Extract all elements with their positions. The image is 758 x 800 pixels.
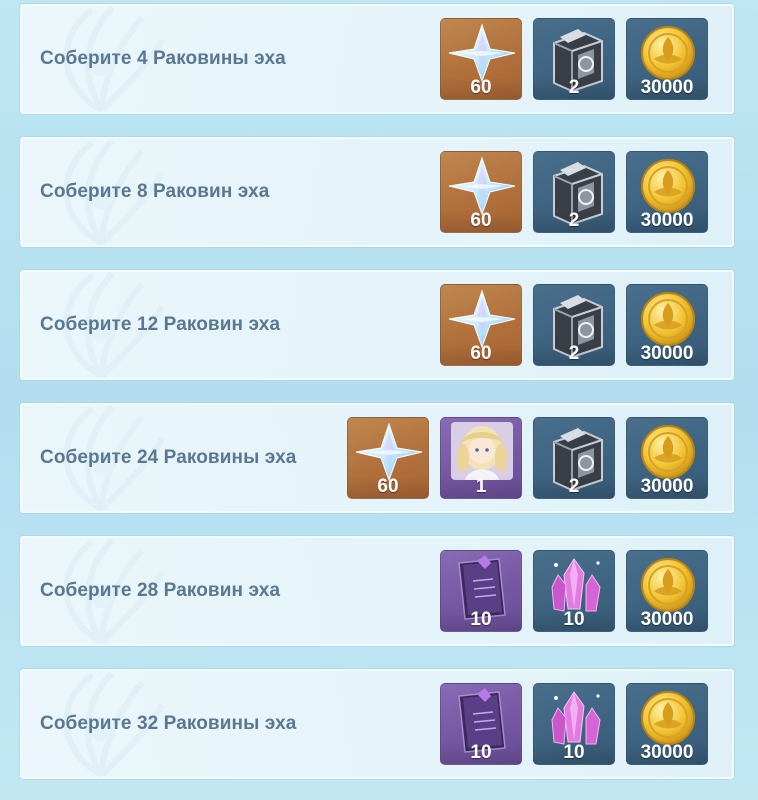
reward-item[interactable]: 30000	[626, 550, 708, 632]
reward-quantity: 60	[348, 476, 428, 498]
reward-quantity: 2	[534, 343, 614, 365]
reward-item[interactable]: 30000	[626, 417, 708, 499]
objective-label: Соберите 24 Раковины эха	[40, 447, 297, 468]
reward-quantity: 60	[441, 343, 521, 365]
reward-quantity: 10	[441, 609, 521, 631]
reward-quantity: 30000	[627, 609, 707, 631]
objective-row: Соберите 32 Раковины эха 10 10 30000	[20, 669, 734, 779]
reward-item[interactable]: 60	[440, 18, 522, 100]
objective-label: Соберите 32 Раковины эха	[40, 713, 297, 734]
objective-row: Соберите 12 Раковин эха 60 2 30000	[20, 270, 734, 380]
objective-row: Соберите 28 Раковин эха 10 10 30000	[20, 536, 734, 646]
reward-item[interactable]: 60	[347, 417, 429, 499]
reward-item[interactable]: 2	[533, 18, 615, 100]
reward-item[interactable]: 30000	[626, 18, 708, 100]
reward-quantity: 60	[441, 210, 521, 232]
objective-row: Соберите 24 Раковины эха 60 1 2 30000	[20, 403, 734, 513]
reward-quantity: 1	[441, 476, 521, 498]
reward-quantity: 30000	[627, 476, 707, 498]
reward-item[interactable]: 30000	[626, 151, 708, 233]
reward-item[interactable]: 10	[533, 550, 615, 632]
reward-item[interactable]: 10	[440, 550, 522, 632]
reward-quantity: 30000	[627, 343, 707, 365]
objective-label: Соберите 4 Раковины эха	[40, 48, 286, 69]
reward-quantity: 30000	[627, 742, 707, 764]
reward-quantity: 60	[441, 77, 521, 99]
reward-quantity: 10	[534, 742, 614, 764]
reward-item[interactable]: 60	[440, 284, 522, 366]
objective-label: Соберите 28 Раковин эха	[40, 580, 281, 601]
objective-row: Соберите 4 Раковины эха 60 2 30000	[20, 4, 734, 114]
reward-quantity: 2	[534, 77, 614, 99]
reward-item[interactable]: 10	[533, 683, 615, 765]
reward-item[interactable]: 2	[533, 417, 615, 499]
reward-item[interactable]: 10	[440, 683, 522, 765]
reward-quantity: 2	[534, 476, 614, 498]
reward-quantity: 10	[441, 742, 521, 764]
objective-row: Соберите 8 Раковин эха 60 2 30000	[20, 137, 734, 247]
reward-item[interactable]: 2	[533, 284, 615, 366]
reward-item[interactable]: 60	[440, 151, 522, 233]
objective-label: Соберите 12 Раковин эха	[40, 314, 281, 335]
reward-quantity: 30000	[627, 77, 707, 99]
reward-quantity: 30000	[627, 210, 707, 232]
reward-quantity: 2	[534, 210, 614, 232]
reward-item[interactable]: 30000	[626, 683, 708, 765]
reward-quantity: 10	[534, 609, 614, 631]
reward-item[interactable]: 30000	[626, 284, 708, 366]
objective-label: Соберите 8 Раковин эха	[40, 181, 270, 202]
reward-item[interactable]: 2	[533, 151, 615, 233]
reward-item[interactable]: 1	[440, 417, 522, 499]
